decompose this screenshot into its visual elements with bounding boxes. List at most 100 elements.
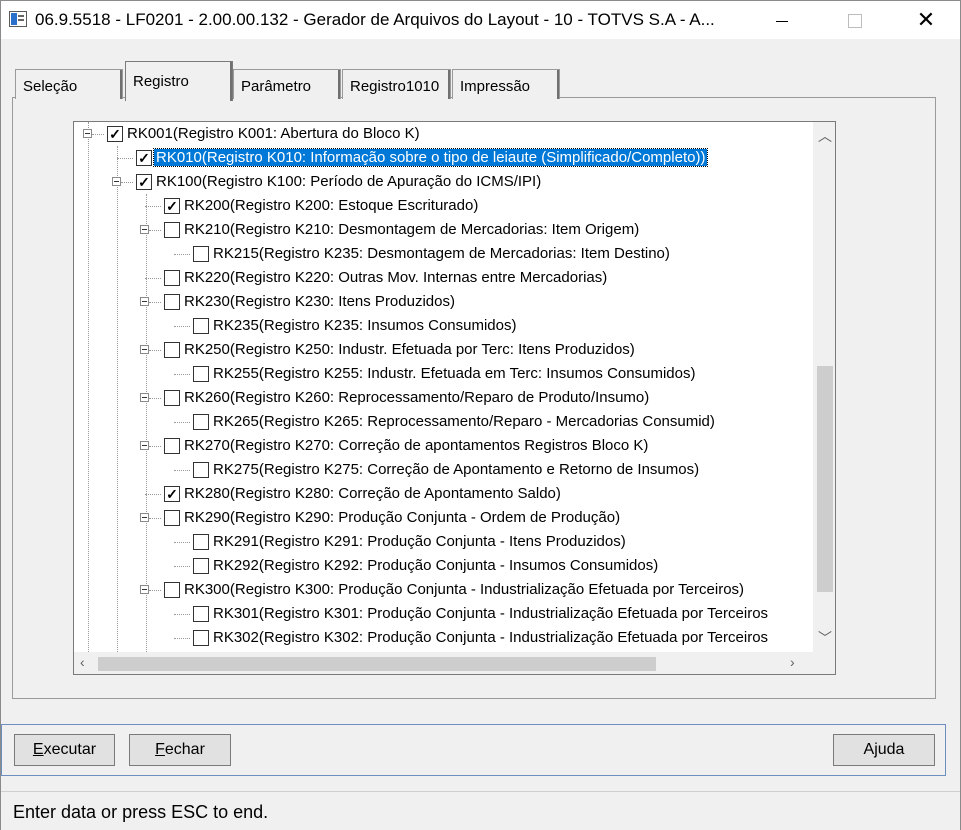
tree-connector xyxy=(88,122,89,652)
scroll-down-icon[interactable]: ﹀ xyxy=(818,628,832,648)
close-icon: ✕ xyxy=(916,7,936,32)
tree-connector xyxy=(117,146,118,656)
expand-collapse-icon[interactable] xyxy=(140,441,149,450)
tree-node-label: RK290(Registro K290: Produção Conjunta -… xyxy=(184,509,621,526)
expand-collapse-icon[interactable] xyxy=(112,177,121,186)
tab-registro1010[interactable]: Registro1010 xyxy=(342,69,451,99)
maximize-icon xyxy=(848,14,862,29)
scroll-up-icon[interactable]: ︿ xyxy=(818,126,832,146)
tab-label: Seleção xyxy=(23,78,78,95)
tree-node-label: RK275(Registro K275: Correção de Apontam… xyxy=(213,461,700,478)
checkbox-icon[interactable] xyxy=(193,630,209,646)
tree-connector xyxy=(174,470,190,471)
tree-connector xyxy=(149,590,161,591)
tab-parametro[interactable]: Parâmetro xyxy=(233,69,341,99)
tree-connector xyxy=(174,566,190,567)
tab-registro[interactable]: Registro xyxy=(125,61,233,101)
checkbox-icon[interactable]: ✓ xyxy=(136,150,152,166)
tree-connector xyxy=(149,446,161,447)
tab-label: Registro1010 xyxy=(350,78,440,95)
checkbox-icon[interactable] xyxy=(164,390,180,406)
tree-connector xyxy=(145,206,161,207)
expand-collapse-icon[interactable] xyxy=(140,345,149,354)
tree-connector xyxy=(174,638,190,639)
expand-collapse-icon[interactable] xyxy=(140,393,149,402)
checkbox-icon[interactable] xyxy=(193,534,209,550)
tab-impressao[interactable]: Impressão xyxy=(452,69,560,99)
horizontal-scrollbar[interactable]: ‹ › xyxy=(74,652,815,674)
tree-connector xyxy=(149,230,161,231)
expand-collapse-icon[interactable] xyxy=(140,585,149,594)
maximize-button[interactable] xyxy=(832,1,878,39)
tree-connector xyxy=(92,134,104,135)
tree-connector xyxy=(149,350,161,351)
minimize-button[interactable] xyxy=(759,1,805,39)
checkbox-icon[interactable] xyxy=(193,606,209,622)
tree-node-label: RK265(Registro K265: Reprocessamento/Rep… xyxy=(213,413,715,430)
fechar-label: echar xyxy=(164,741,205,758)
checkbox-icon[interactable] xyxy=(164,270,180,286)
executar-button[interactable]: Executar xyxy=(14,734,115,766)
tree-connector xyxy=(145,278,161,279)
tree-node-label: RK302(Registro K302: Produção Conjunta -… xyxy=(213,629,769,646)
tree-node-label: RK260(Registro K260: Reprocessamento/Rep… xyxy=(184,389,650,406)
tree-node-label: RK270(Registro K270: Correção de apontam… xyxy=(184,437,649,454)
tree-node-label: RK235(Registro K235: Insumos Consumidos) xyxy=(213,317,517,334)
scroll-right-icon[interactable]: › xyxy=(790,654,795,670)
checkbox-icon[interactable]: ✓ xyxy=(136,174,152,190)
executar-mnemonic: E xyxy=(32,741,44,758)
executar-label: xecutar xyxy=(43,741,97,758)
horizontal-scroll-thumb[interactable] xyxy=(98,657,656,671)
close-button[interactable]: ✕ xyxy=(903,1,949,39)
title-bar[interactable]: 06.9.5518 - LF0201 - 2.00.00.132 - Gerad… xyxy=(1,1,960,39)
fechar-mnemonic: F xyxy=(155,741,165,758)
checkbox-icon[interactable] xyxy=(164,222,180,238)
tree-node-label: RK230(Registro K230: Itens Produzidos) xyxy=(184,293,455,310)
tree-connector xyxy=(145,494,161,495)
checkbox-icon[interactable] xyxy=(164,582,180,598)
tree-node-label: RK300(Registro K300: Produção Conjunta -… xyxy=(184,581,745,598)
checkbox-icon[interactable]: ✓ xyxy=(164,198,180,214)
checkbox-icon[interactable] xyxy=(193,318,209,334)
tree-node-label: RK001(Registro K001: Abertura do Bloco K… xyxy=(127,125,420,142)
checkbox-icon[interactable] xyxy=(164,342,180,358)
scroll-left-icon[interactable]: ‹ xyxy=(80,654,85,670)
tree-node-label: RK215(Registro K235: Desmontagem de Merc… xyxy=(213,245,670,262)
checkbox-icon[interactable] xyxy=(193,462,209,478)
checkbox-icon[interactable] xyxy=(193,414,209,430)
tree-node-label: RK100(Registro K100: Período de Apuração… xyxy=(156,173,542,190)
checkbox-icon[interactable] xyxy=(164,294,180,310)
ajuda-button[interactable]: Ajuda xyxy=(833,734,935,766)
minimize-icon xyxy=(776,20,788,22)
tree-connector xyxy=(174,326,190,327)
register-tree[interactable]: ✓ RK001(Registro K001: Abertura do Bloco … xyxy=(73,121,836,675)
tree-node-label: RK010(Registro K010: Informação sobre o … xyxy=(152,148,709,167)
checkbox-icon[interactable] xyxy=(164,438,180,454)
tree-node-label: RK200(Registro K200: Estoque Escriturado… xyxy=(184,197,479,214)
tab-label: Impressão xyxy=(460,78,531,95)
tree-connector xyxy=(121,182,133,183)
checkbox-icon[interactable]: ✓ xyxy=(107,126,123,142)
tree-node-label: RK250(Registro K250: Industr. Efetuada p… xyxy=(184,341,635,358)
expand-collapse-icon[interactable] xyxy=(83,129,92,138)
checkbox-icon[interactable] xyxy=(193,246,209,262)
fechar-button[interactable]: Fechar xyxy=(129,734,231,766)
expand-collapse-icon[interactable] xyxy=(140,297,149,306)
tab-selecao[interactable]: Seleção xyxy=(15,69,123,99)
checkbox-icon[interactable]: ✓ xyxy=(164,486,180,502)
expand-collapse-icon[interactable] xyxy=(140,513,149,522)
tab-label: Parâmetro xyxy=(241,78,312,95)
tab-label: Registro xyxy=(133,73,189,90)
expand-collapse-icon[interactable] xyxy=(140,225,149,234)
app-icon xyxy=(9,11,27,27)
vertical-scrollbar[interactable]: ︿ ﹀ xyxy=(813,122,835,652)
checkbox-icon[interactable] xyxy=(193,366,209,382)
tree-node-label: RK280(Registro K280: Correção de Apontam… xyxy=(184,485,561,502)
tree-connector xyxy=(149,302,161,303)
tree-connector xyxy=(174,254,190,255)
tree-connector xyxy=(149,398,161,399)
checkbox-icon[interactable] xyxy=(164,510,180,526)
vertical-scroll-thumb[interactable] xyxy=(817,366,833,592)
checkbox-icon[interactable] xyxy=(193,558,209,574)
scroll-corner xyxy=(813,652,835,674)
